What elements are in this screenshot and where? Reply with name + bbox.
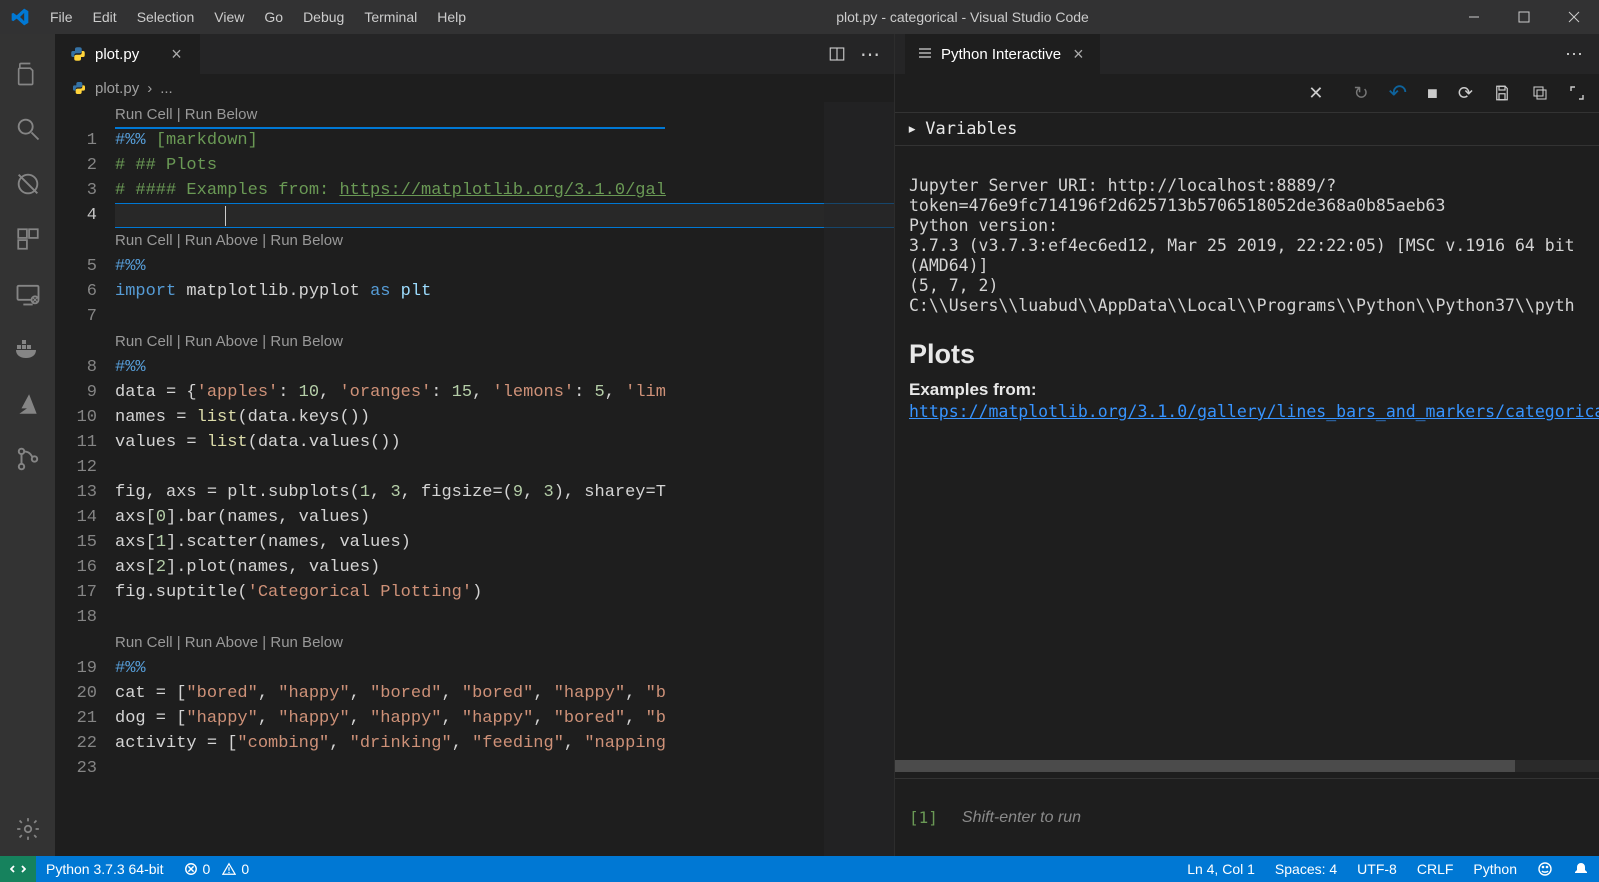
output-subheading: Examples from: bbox=[909, 380, 1585, 400]
output-link[interactable]: https://matplotlib.org/3.1.0/gallery/lin… bbox=[909, 402, 1599, 421]
undo-icon[interactable]: ↶ bbox=[1389, 80, 1407, 106]
maximize-button[interactable] bbox=[1499, 0, 1549, 34]
breadcrumbs[interactable]: plot.py › ... bbox=[55, 74, 894, 102]
errors-count[interactable]: 0 bbox=[174, 856, 221, 882]
editor-tabs: plot.py × ⋯ bbox=[55, 34, 894, 74]
code-lines[interactable]: Run Cell | Run Below #%% [markdown] # ##… bbox=[115, 102, 894, 856]
extensions-icon[interactable] bbox=[0, 211, 55, 266]
menu-debug[interactable]: Debug bbox=[293, 0, 354, 34]
horizontal-scrollbar[interactable] bbox=[895, 760, 1599, 772]
interactive-output: Jupyter Server URI: http://localhost:888… bbox=[895, 146, 1599, 760]
status-bar: Python 3.7.3 64-bit 0 0 Ln 4, Col 1 Spac… bbox=[0, 856, 1599, 882]
tab-plotpy[interactable]: plot.py × bbox=[55, 34, 200, 74]
python-file-icon bbox=[71, 80, 87, 96]
python-file-icon bbox=[69, 45, 87, 63]
redo-icon[interactable]: ↻ bbox=[1354, 83, 1369, 104]
breadcrumb-separator: › bbox=[147, 80, 152, 97]
window-title: plot.py - categorical - Visual Studio Co… bbox=[476, 9, 1449, 25]
python-interpreter[interactable]: Python 3.7.3 64-bit bbox=[36, 856, 174, 882]
main-menu: File Edit Selection View Go Debug Termin… bbox=[40, 0, 476, 34]
line-number-gutter: 1 2 3 4 5 6 7 8 9 10 11 12 13 14 15 16 1… bbox=[55, 102, 115, 856]
warnings-count[interactable]: 0 bbox=[220, 856, 259, 882]
eol[interactable]: CRLF bbox=[1407, 856, 1464, 882]
breadcrumb-rest[interactable]: ... bbox=[160, 80, 173, 97]
output-heading: Plots bbox=[909, 344, 1585, 364]
menu-go[interactable]: Go bbox=[254, 0, 293, 34]
source-control-icon[interactable] bbox=[0, 431, 55, 486]
export-icon[interactable] bbox=[1531, 84, 1549, 102]
activity-bar bbox=[0, 34, 55, 856]
menu-help[interactable]: Help bbox=[427, 0, 476, 34]
split-editor-icon[interactable] bbox=[828, 45, 846, 63]
cell-number: [1] bbox=[909, 808, 938, 827]
indentation[interactable]: Spaces: 4 bbox=[1265, 856, 1347, 882]
azure-icon[interactable] bbox=[0, 376, 55, 431]
tab-close-button[interactable]: × bbox=[1069, 44, 1088, 65]
tab-python-interactive[interactable]: Python Interactive × bbox=[905, 34, 1100, 74]
variables-label: Variables bbox=[925, 119, 1017, 139]
encoding[interactable]: UTF-8 bbox=[1347, 856, 1407, 882]
restart-icon[interactable]: ⟳ bbox=[1458, 83, 1473, 104]
cursor-position[interactable]: Ln 4, Col 1 bbox=[1177, 856, 1265, 882]
interactive-toolbar: ✕ ↻ ↶ ■ ⟳ bbox=[895, 74, 1599, 112]
variables-section[interactable]: ▸ Variables bbox=[895, 112, 1599, 146]
stop-icon[interactable]: ■ bbox=[1427, 83, 1438, 104]
debug-icon[interactable] bbox=[0, 156, 55, 211]
expand-icon[interactable] bbox=[1569, 85, 1585, 101]
language-mode[interactable]: Python bbox=[1463, 856, 1527, 882]
titlebar: File Edit Selection View Go Debug Termin… bbox=[0, 0, 1599, 34]
menu-selection[interactable]: Selection bbox=[127, 0, 205, 34]
codelens-run-cell[interactable]: Run Cell | Run Above | Run Below bbox=[115, 634, 343, 651]
panel-tab-label: Python Interactive bbox=[941, 46, 1061, 63]
remote-icon[interactable] bbox=[0, 266, 55, 321]
codelens-run-cell[interactable]: Run Cell | Run Below bbox=[115, 106, 257, 123]
search-icon[interactable] bbox=[0, 101, 55, 156]
breadcrumb-file[interactable]: plot.py bbox=[95, 80, 139, 97]
feedback-icon[interactable] bbox=[1527, 856, 1563, 882]
save-icon[interactable] bbox=[1493, 84, 1511, 102]
close-button[interactable] bbox=[1549, 0, 1599, 34]
explorer-icon[interactable] bbox=[0, 46, 55, 101]
remote-indicator[interactable] bbox=[0, 856, 36, 882]
notifications-icon[interactable] bbox=[1563, 856, 1599, 882]
codelens-run-cell[interactable]: Run Cell | Run Above | Run Below bbox=[115, 232, 343, 249]
more-actions-icon[interactable]: ⋯ bbox=[1565, 44, 1583, 64]
input-hint: Shift-enter to run bbox=[962, 809, 1081, 827]
python-interactive-panel: Python Interactive × ⋯ ✕ ↻ ↶ ■ ⟳ ▸ bbox=[894, 34, 1599, 856]
chevron-right-icon: ▸ bbox=[907, 119, 917, 139]
codelens-run-cell[interactable]: Run Cell | Run Above | Run Below bbox=[115, 333, 343, 350]
interactive-input[interactable]: [1] Shift-enter to run bbox=[895, 778, 1599, 856]
menu-edit[interactable]: Edit bbox=[83, 0, 127, 34]
minimap[interactable] bbox=[824, 102, 894, 856]
tab-close-button[interactable]: × bbox=[167, 44, 186, 65]
vscode-logo bbox=[0, 7, 40, 27]
minimize-button[interactable] bbox=[1449, 0, 1499, 34]
menu-view[interactable]: View bbox=[204, 0, 254, 34]
cancel-icon[interactable]: ✕ bbox=[1308, 83, 1323, 104]
window-controls bbox=[1449, 0, 1599, 34]
menu-terminal[interactable]: Terminal bbox=[354, 0, 427, 34]
more-actions-icon[interactable]: ⋯ bbox=[860, 42, 880, 67]
code-editor[interactable]: 1 2 3 4 5 6 7 8 9 10 11 12 13 14 15 16 1… bbox=[55, 102, 894, 856]
preview-icon bbox=[917, 46, 933, 62]
docker-icon[interactable] bbox=[0, 321, 55, 376]
tab-label: plot.py bbox=[95, 46, 139, 63]
menu-file[interactable]: File bbox=[40, 0, 83, 34]
settings-gear-icon[interactable] bbox=[0, 801, 55, 856]
